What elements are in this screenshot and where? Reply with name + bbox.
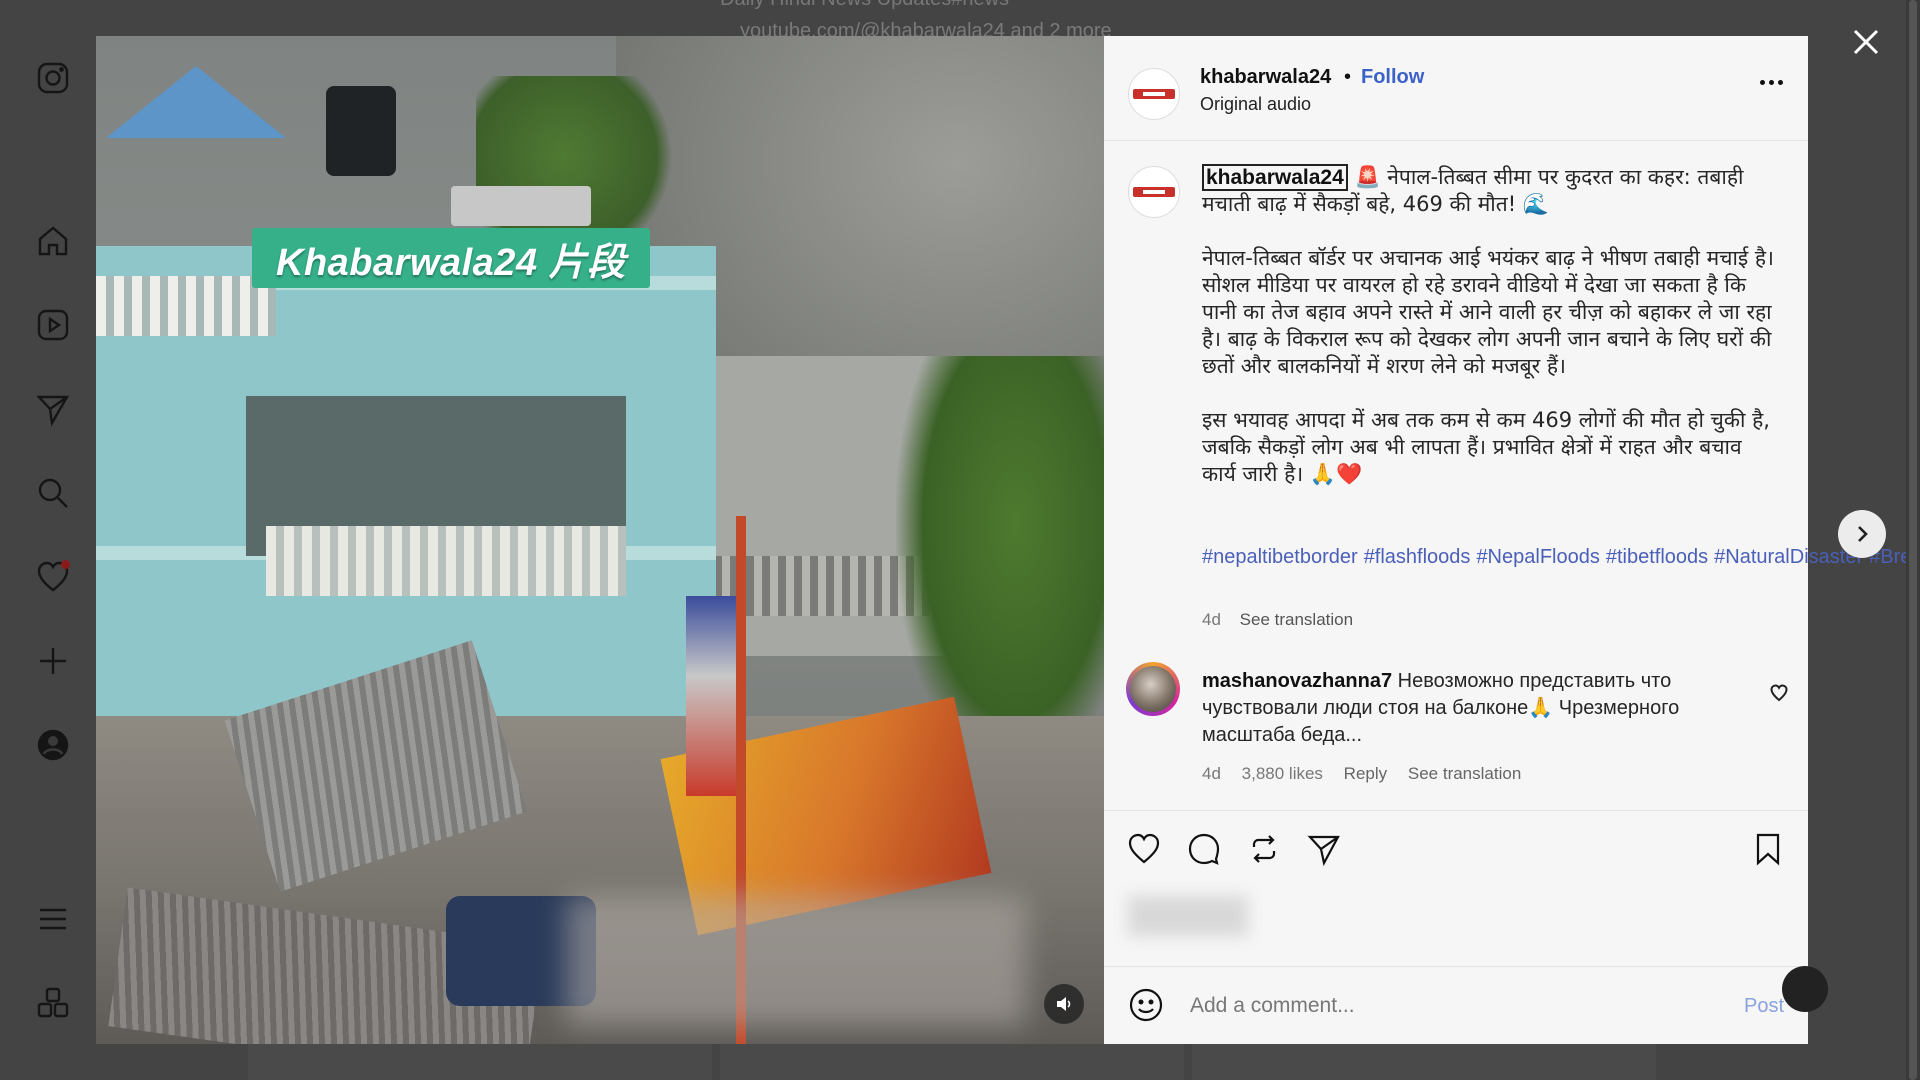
hashtag-link[interactable]: #nepaltibetborder xyxy=(1202,546,1358,568)
search-icon[interactable] xyxy=(30,470,76,516)
reels-icon[interactable] xyxy=(30,302,76,348)
comment-see-translation-link[interactable]: See translation xyxy=(1408,764,1521,783)
see-translation-link[interactable]: See translation xyxy=(1240,610,1353,629)
chevron-right-icon xyxy=(1858,526,1868,542)
caption-paragraph-2: नेपाल-तिब्बत बॉर्डर पर अचानक आई भयंकर बा… xyxy=(1202,246,1775,378)
video-watermark-text: Khabarwala24 片段 xyxy=(276,241,626,284)
original-audio-link[interactable]: Original audio xyxy=(1200,94,1311,115)
comment-body: mashanovazhanna7 Невозможно представить … xyxy=(1202,668,1732,749)
post-header: khabarwala24 • Follow Original audio xyxy=(1104,36,1808,141)
commenter-username[interactable]: mashanovazhanna7 xyxy=(1202,670,1392,692)
like-icon[interactable] xyxy=(1124,829,1164,869)
background-grid xyxy=(248,1044,1656,1080)
likes-summary-blurred xyxy=(1128,896,1248,936)
hashtag-link[interactable]: #NaturalDisaster xyxy=(1714,546,1863,568)
post-actions xyxy=(1104,810,1808,881)
add-comment-bar: Post xyxy=(1104,966,1808,1045)
nav-rail xyxy=(0,0,96,1080)
comment-meta: 4d 3,880 likes Reply See translation xyxy=(1202,764,1537,784)
video-watermark-label: Khabarwala24 片段 xyxy=(252,228,650,288)
notification-dot xyxy=(61,560,70,569)
repost-icon[interactable] xyxy=(1244,829,1284,869)
close-icon[interactable] xyxy=(1846,22,1886,62)
video-player[interactable]: Khabarwala24 片段 xyxy=(96,36,1104,1044)
comment-like-icon[interactable] xyxy=(1770,684,1788,702)
profile-icon[interactable] xyxy=(30,722,76,768)
avatar[interactable] xyxy=(1128,68,1180,120)
reply-link[interactable]: Reply xyxy=(1344,764,1387,783)
hashtag-link[interactable]: #flashfloods xyxy=(1364,546,1471,568)
caption-meta: 4d See translation xyxy=(1202,610,1367,630)
post-caption: khabarwala24 🚨 नेपाल-तिब्बत सीमा पर कुदर… xyxy=(1202,164,1782,515)
comment-age: 4d xyxy=(1202,764,1221,783)
page-scrollbar[interactable] xyxy=(1906,0,1920,1080)
mute-button[interactable] xyxy=(1044,984,1084,1024)
home-icon[interactable] xyxy=(30,218,76,264)
background-bio-line: Daily Hindi News Updates#news xyxy=(720,0,1009,11)
caption-avatar[interactable] xyxy=(1128,166,1180,218)
speaker-icon xyxy=(1057,997,1071,1011)
more-apps-icon[interactable] xyxy=(30,980,76,1026)
caption-paragraph-3: इस भयावह आपदा में अब तक कम से कम 469 लोग… xyxy=(1202,408,1770,486)
share-icon[interactable] xyxy=(1304,829,1344,869)
messages-icon[interactable] xyxy=(30,386,76,432)
separator-dot: • xyxy=(1344,66,1352,88)
notifications-icon[interactable] xyxy=(30,554,76,600)
follow-button[interactable]: Follow xyxy=(1361,66,1424,89)
hashtag-link[interactable]: #NepalFloods xyxy=(1476,546,1599,568)
comment-likes-count[interactable]: 3,880 likes xyxy=(1242,764,1323,783)
more-options-icon[interactable] xyxy=(1760,80,1790,92)
commenter-avatar[interactable] xyxy=(1126,662,1180,716)
comment-icon[interactable] xyxy=(1184,829,1224,869)
instagram-icon[interactable] xyxy=(30,55,76,101)
emoji-icon[interactable] xyxy=(1128,987,1164,1023)
menu-icon[interactable] xyxy=(30,896,76,942)
post-modal: Khabarwala24 片段 khabarwala24 • Follow Or… xyxy=(96,36,1920,1045)
hashtag-list: #nepaltibetborder #flashfloods #NepalFlood… xyxy=(1202,544,1920,571)
next-post-button[interactable] xyxy=(1838,510,1886,558)
create-icon[interactable] xyxy=(30,638,76,684)
background-floating-button xyxy=(1782,966,1828,1012)
hashtag-link[interactable]: #tibetfloods xyxy=(1606,546,1708,568)
post-details-panel: khabarwala24 • Follow Original audio kha… xyxy=(1104,36,1920,1045)
caption-age: 4d xyxy=(1202,610,1221,629)
background-profile-text: Daily Hindi News Updates#news youtube.co… xyxy=(720,0,1320,40)
post-comment-button[interactable]: Post xyxy=(1744,995,1784,1018)
caption-username[interactable]: khabarwala24 xyxy=(1202,164,1348,191)
post-author-username[interactable]: khabarwala24 xyxy=(1200,66,1331,89)
comment-input[interactable] xyxy=(1188,983,1692,1029)
save-bookmark-icon[interactable] xyxy=(1748,829,1788,869)
